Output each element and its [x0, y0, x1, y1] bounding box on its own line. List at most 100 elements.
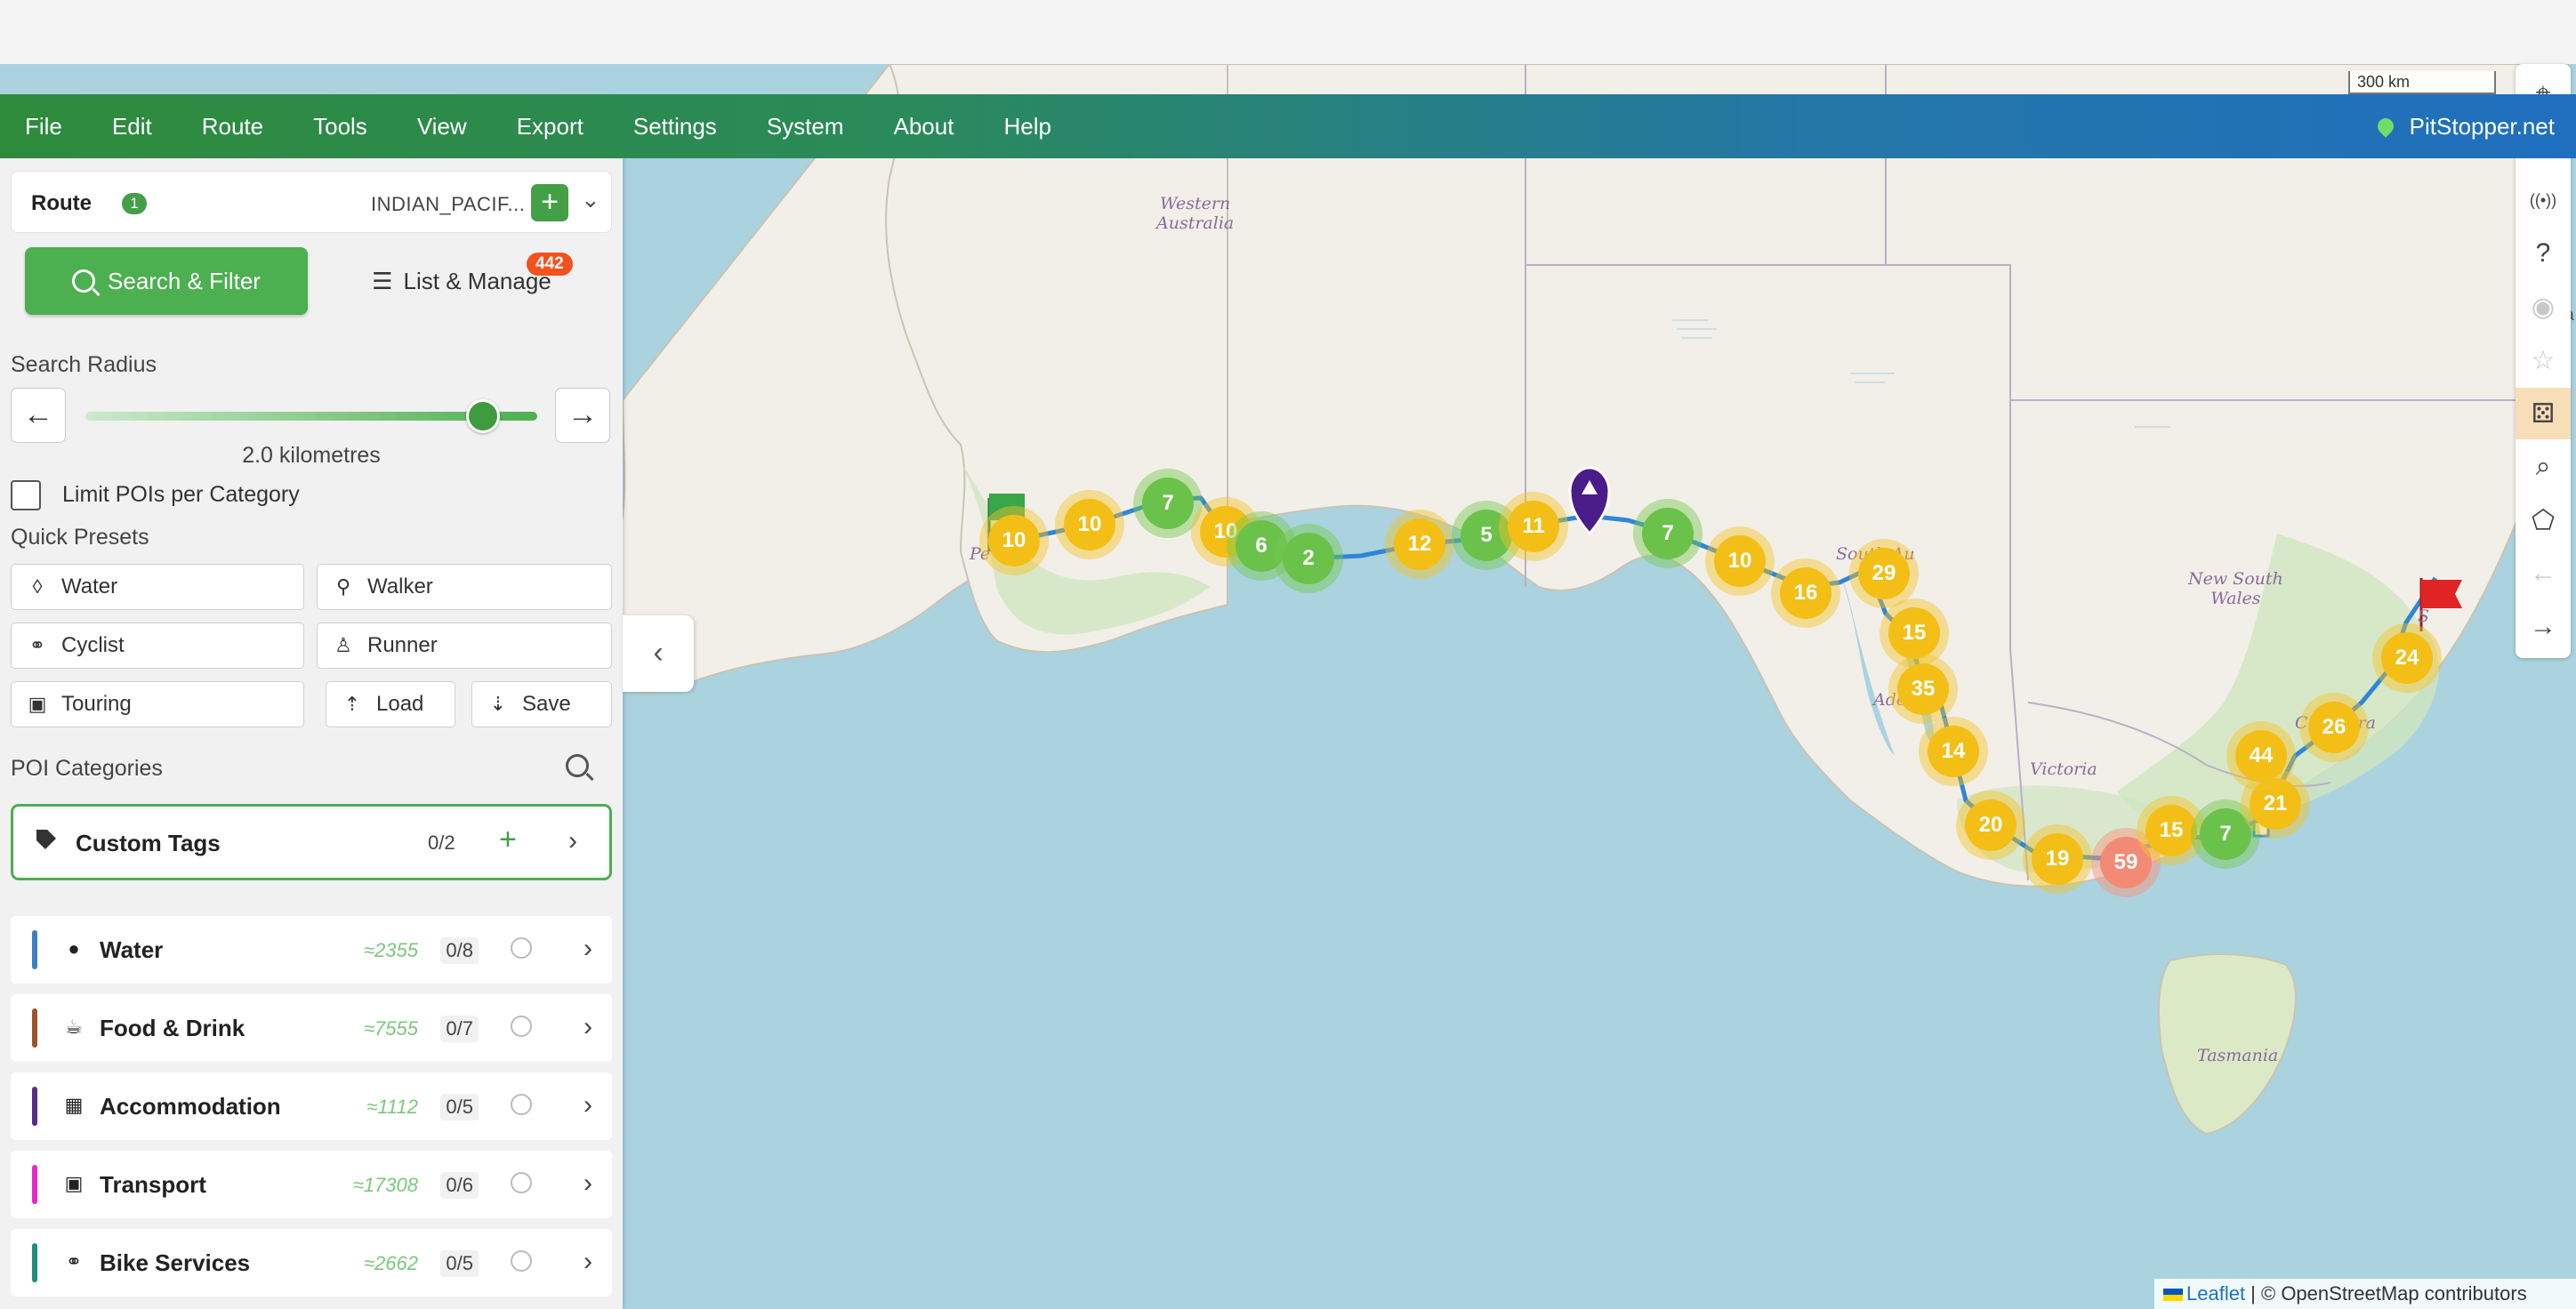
- dice-icon[interactable]: ⚄: [2516, 388, 2571, 439]
- chevron-right-icon[interactable]: ›: [568, 826, 577, 856]
- preset-save[interactable]: ⇣ Save: [471, 681, 612, 727]
- label-victoria: Victoria: [2030, 759, 2097, 779]
- tab-search-filter[interactable]: Search & Filter: [25, 247, 308, 315]
- add-custom-tag-button[interactable]: +: [499, 823, 517, 857]
- category-color-bar: [32, 930, 37, 969]
- poi-cluster-count: 15: [2145, 805, 2197, 856]
- menu-file[interactable]: File: [0, 113, 87, 141]
- radius-increase-button[interactable]: →: [555, 388, 610, 443]
- map-scale: 300 km: [2348, 71, 2496, 94]
- category-selected-count: 0/5: [440, 1250, 479, 1277]
- custom-tags-row[interactable]: Custom Tags 0/2 + ›: [11, 804, 612, 880]
- category-color-bar: [32, 1087, 37, 1126]
- broadcast-icon[interactable]: ((•)): [2516, 174, 2571, 226]
- poi-cluster[interactable]: 10: [1055, 490, 1124, 559]
- chevron-right-icon[interactable]: ›: [584, 1168, 592, 1199]
- poi-cluster[interactable]: 14: [1919, 717, 1988, 786]
- menu-settings[interactable]: Settings: [608, 113, 742, 141]
- polygon-icon[interactable]: ⬠: [2516, 494, 2571, 546]
- poi-cluster[interactable]: 24: [2372, 623, 2442, 693]
- route-name[interactable]: INDIAN_PACIF...: [371, 193, 525, 216]
- poi-cluster[interactable]: 26: [2299, 693, 2369, 762]
- palette-icon[interactable]: [511, 1250, 532, 1272]
- quick-presets-label: Quick Presets: [11, 525, 149, 550]
- preset-runner[interactable]: ♙ Runner: [317, 622, 612, 669]
- poi-cluster[interactable]: 20: [1956, 791, 2025, 860]
- poi-category-transport[interactable]: ▣ Transport ≈17308 0/6 ›: [11, 1151, 612, 1218]
- leaflet-link[interactable]: Leaflet: [2186, 1282, 2245, 1305]
- palette-icon[interactable]: [511, 1172, 532, 1193]
- poi-cluster[interactable]: 44: [2226, 721, 2296, 791]
- poi-cluster[interactable]: 35: [1888, 654, 1958, 724]
- category-approx-count: ≈17308: [352, 1174, 418, 1196]
- category-name: Accommodation: [100, 1093, 281, 1120]
- poi-cluster[interactable]: 12: [1385, 510, 1454, 579]
- eye-icon[interactable]: ◉: [2516, 281, 2571, 333]
- map-attribution: Leaflet | © OpenStreetMap contributors: [2154, 1279, 2576, 1309]
- poi-cluster-count: 29: [1858, 548, 1910, 599]
- poi-category-water[interactable]: ● Water ≈2355 0/8 ›: [11, 916, 612, 984]
- menu-route[interactable]: Route: [177, 113, 288, 141]
- poi-category-bike-services[interactable]: ⚭ Bike Services ≈2662 0/5 ›: [11, 1229, 612, 1297]
- add-route-button[interactable]: +: [531, 184, 568, 221]
- side-panel: Route 1 INDIAN_PACIF... + ⌄ Search & Fil…: [0, 158, 623, 1309]
- category-name: Bike Services: [100, 1249, 251, 1276]
- menu-help[interactable]: Help: [978, 113, 1075, 141]
- custom-tags-count: 0/2: [428, 831, 455, 854]
- limit-pois-checkbox[interactable]: [11, 480, 41, 510]
- preset-cyclist[interactable]: ⚭ Cyclist: [11, 622, 304, 669]
- chevron-down-icon[interactable]: ⌄: [581, 186, 600, 213]
- radius-decrease-button[interactable]: ←: [11, 388, 66, 443]
- poi-category-accommodation[interactable]: ▦ Accommodation ≈1112 0/5 ›: [11, 1072, 612, 1140]
- radius-slider-thumb[interactable]: [466, 399, 501, 433]
- palette-icon[interactable]: [511, 1016, 532, 1037]
- poi-cluster-count: 19: [2032, 833, 2083, 885]
- chevron-right-icon[interactable]: ›: [584, 1012, 592, 1042]
- category-approx-count: ≈7555: [363, 1017, 418, 1040]
- chevron-right-icon[interactable]: ›: [584, 1247, 592, 1277]
- forward-icon[interactable]: →: [2516, 601, 2571, 653]
- preset-water[interactable]: ◊ Water: [11, 564, 304, 610]
- chevron-right-icon[interactable]: ›: [584, 1090, 592, 1120]
- poi-cluster-count: 10: [1064, 499, 1115, 550]
- route-selector[interactable]: Route 1 INDIAN_PACIF... + ⌄: [11, 171, 612, 233]
- poi-cluster[interactable]: 10: [1705, 526, 1775, 596]
- chevron-right-icon[interactable]: ›: [584, 934, 592, 964]
- category-approx-count: ≈2662: [363, 1252, 418, 1274]
- palette-icon[interactable]: [511, 1094, 532, 1115]
- star-icon[interactable]: ☆: [2516, 334, 2571, 386]
- walker-icon: ⚲: [335, 575, 351, 598]
- menu-view[interactable]: View: [392, 113, 492, 141]
- help-icon[interactable]: ?: [2516, 228, 2571, 279]
- menu-about[interactable]: About: [869, 113, 979, 141]
- upload-icon: ⇡: [343, 693, 361, 715]
- preset-label: Runner: [367, 633, 438, 657]
- poi-cluster[interactable]: 16: [1771, 558, 1840, 628]
- limit-pois-label: Limit POIs per Category: [62, 482, 300, 507]
- poi-cluster[interactable]: 11: [1499, 492, 1568, 561]
- preset-load[interactable]: ⇡ Load: [326, 681, 455, 727]
- poi-cluster-count: 7: [1642, 508, 1694, 559]
- palette-icon[interactable]: [511, 937, 532, 959]
- category-selected-count: 0/8: [440, 937, 479, 964]
- poi-cluster[interactable]: 29: [1849, 539, 1919, 608]
- preset-walker[interactable]: ⚲ Walker: [317, 564, 612, 610]
- poi-cluster[interactable]: 2: [1274, 524, 1343, 593]
- menu-edit[interactable]: Edit: [87, 113, 177, 141]
- menu-export[interactable]: Export: [492, 113, 608, 141]
- preset-touring[interactable]: ▣ Touring: [11, 681, 304, 727]
- poi-cluster[interactable]: 10: [979, 506, 1049, 575]
- poi-cluster[interactable]: 7: [1633, 499, 1703, 568]
- search-icon[interactable]: ⌕: [2516, 441, 2571, 493]
- collapse-panel-button[interactable]: ‹: [623, 615, 694, 692]
- poi-cluster[interactable]: 19: [2023, 824, 2092, 894]
- poi-category-food-drink[interactable]: ☕ Food & Drink ≈7555 0/7 ›: [11, 994, 612, 1062]
- bus-icon: ▣: [28, 693, 47, 715]
- category-name: Food & Drink: [100, 1015, 246, 1041]
- brand-link[interactable]: PitStopper.net: [2373, 94, 2555, 158]
- preset-label: Water: [61, 574, 118, 598]
- menu-system[interactable]: System: [742, 113, 869, 141]
- poi-search-icon[interactable]: [566, 754, 589, 777]
- back-icon[interactable]: ←: [2516, 548, 2571, 599]
- menu-tools[interactable]: Tools: [288, 113, 392, 141]
